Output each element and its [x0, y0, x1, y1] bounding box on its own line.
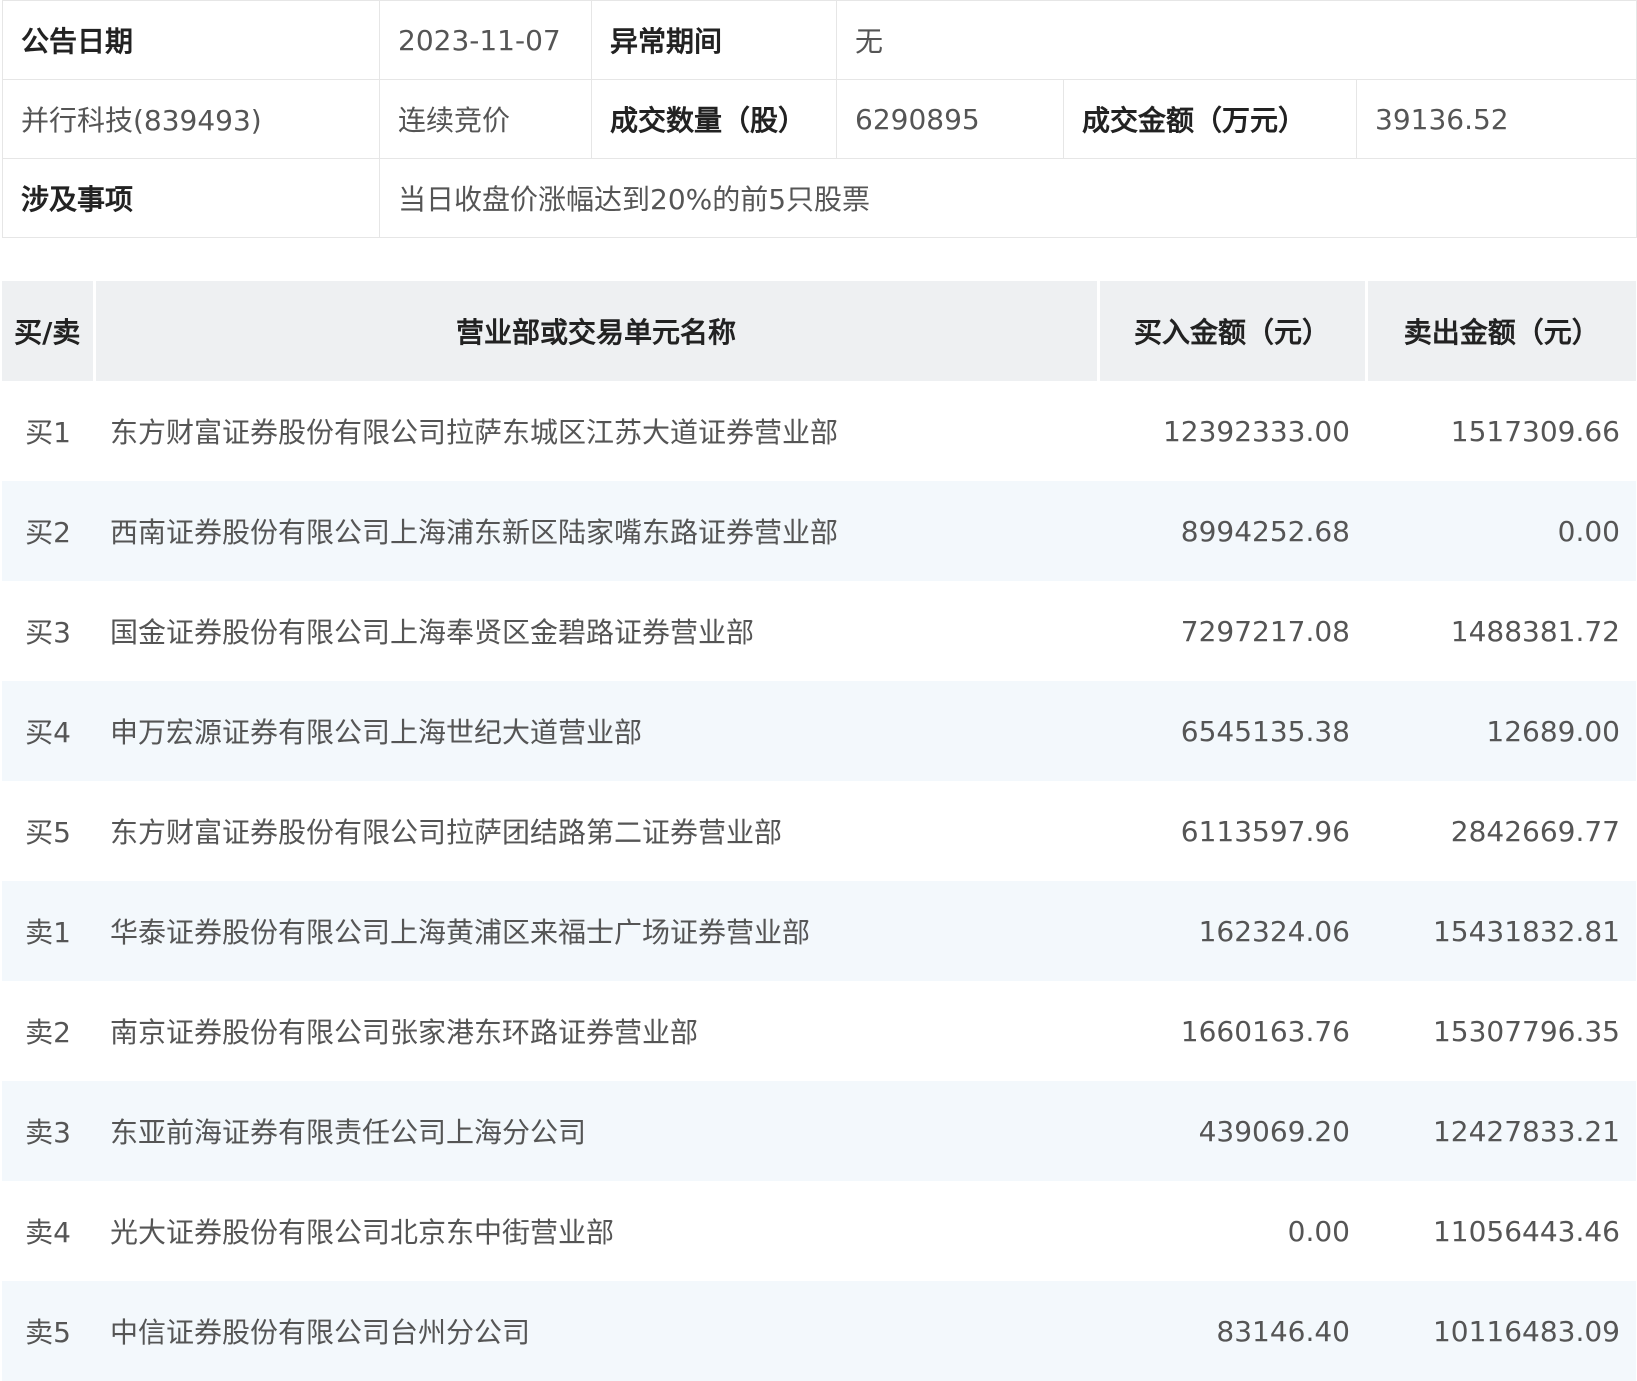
trade-type: 连续竞价 — [379, 79, 592, 159]
table-header-row: 买/卖 营业部或交易单元名称 买入金额（元） 卖出金额（元） — [2, 281, 1636, 381]
seat-name-cell: 华泰证券股份有限公司上海黄浦区来福士广场证券营业部 — [94, 881, 1098, 981]
table-row: 买5 东方财富证券股份有限公司拉萨团结路第二证券营业部 6113597.96 2… — [2, 781, 1636, 881]
seat-name-cell: 西南证券股份有限公司上海浦东新区陆家嘴东路证券营业部 — [94, 481, 1098, 581]
buy-amount-cell: 1660163.76 — [1180, 1014, 1350, 1048]
side-cell: 卖4 — [25, 1216, 71, 1249]
sell-amount-cell: 15431832.81 — [1366, 881, 1636, 981]
table-row: 卖4 光大证券股份有限公司北京东中街营业部 0.00 11056443.46 — [2, 1181, 1636, 1281]
info-row-date: 公告日期 2023-11-07 异常期间 无 — [2, 0, 1637, 80]
matter-label: 涉及事项 — [2, 158, 380, 238]
sell-amount-cell: 1488381.72 — [1450, 614, 1620, 648]
amount-label: 成交金额（万元） — [1063, 79, 1357, 159]
table-row: 买3 国金证券股份有限公司上海奉贤区金碧路证券营业部 7297217.08 14… — [2, 581, 1636, 681]
seat-name-cell: 东方财富证券股份有限公司拉萨东城区江苏大道证券营业部 — [110, 416, 839, 449]
buy-amount-cell: 8994252.68 — [1098, 481, 1366, 581]
seat-name-cell: 南京证券股份有限公司张家港东环路证券营业部 — [110, 1016, 699, 1049]
column-header-side: 买/卖 — [2, 281, 96, 381]
sell-amount-cell: 10116483.09 — [1366, 1281, 1636, 1381]
trading-seats-table: 买/卖 营业部或交易单元名称 买入金额（元） 卖出金额（元） 买1 东方财富证券… — [2, 281, 1636, 1381]
side-cell: 买1 — [25, 416, 71, 449]
side-cell: 买4 — [2, 681, 94, 781]
side-cell: 卖3 — [2, 1081, 94, 1181]
sell-amount-cell: 11056443.46 — [1432, 1214, 1620, 1248]
sell-amount-cell: 0.00 — [1366, 481, 1636, 581]
side-cell: 卖5 — [2, 1281, 94, 1381]
table-row: 买2 西南证券股份有限公司上海浦东新区陆家嘴东路证券营业部 8994252.68… — [2, 481, 1636, 581]
buy-amount-cell: 439069.20 — [1098, 1081, 1366, 1181]
buy-amount-cell: 83146.40 — [1098, 1281, 1366, 1381]
sell-amount-cell: 1517309.66 — [1450, 414, 1620, 448]
matter-value: 当日收盘价涨幅达到20%的前5只股票 — [379, 158, 1637, 238]
buy-amount-cell: 12392333.00 — [1162, 414, 1350, 448]
buy-amount-cell: 0.00 — [1287, 1214, 1350, 1248]
buy-amount-cell: 6113597.96 — [1180, 814, 1350, 848]
sell-amount-cell: 12427833.21 — [1366, 1081, 1636, 1181]
side-cell: 买3 — [25, 616, 71, 649]
sell-amount-cell: 12689.00 — [1366, 681, 1636, 781]
table-row: 卖3 东亚前海证券有限责任公司上海分公司 439069.20 12427833.… — [2, 1081, 1636, 1181]
table-row: 买4 申万宏源证券有限公司上海世纪大道营业部 6545135.38 12689.… — [2, 681, 1636, 781]
announce-date-value: 2023-11-07 — [379, 0, 592, 80]
abnormal-period-value: 无 — [836, 0, 1637, 80]
side-cell: 卖1 — [2, 881, 94, 981]
buy-amount-cell: 162324.06 — [1098, 881, 1366, 981]
volume-value: 6290895 — [836, 79, 1064, 159]
side-cell: 买2 — [2, 481, 94, 581]
table-row: 卖5 中信证券股份有限公司台州分公司 83146.40 10116483.09 — [2, 1281, 1636, 1381]
seat-name-cell: 中信证券股份有限公司台州分公司 — [94, 1281, 1098, 1381]
announcement-info-table: 公告日期 2023-11-07 异常期间 无 并行科技(839493) 连续竞价… — [2, 0, 1637, 238]
info-row-matter: 涉及事项 当日收盘价涨幅达到20%的前5只股票 — [2, 158, 1637, 238]
buy-amount-cell: 7297217.08 — [1180, 614, 1350, 648]
info-row-trade: 并行科技(839493) 连续竞价 成交数量（股） 6290895 成交金额（万… — [2, 79, 1637, 159]
abnormal-period-label: 异常期间 — [591, 0, 837, 80]
column-header-buy: 买入金额（元） — [1098, 281, 1368, 381]
stock-name: 并行科技(839493) — [2, 79, 380, 159]
sell-amount-cell: 15307796.35 — [1432, 1014, 1620, 1048]
amount-value: 39136.52 — [1356, 79, 1637, 159]
sell-amount-cell: 2842669.77 — [1450, 814, 1620, 848]
column-header-sell: 卖出金额（元） — [1366, 281, 1636, 381]
seat-name-cell: 申万宏源证券有限公司上海世纪大道营业部 — [94, 681, 1098, 781]
buy-amount-cell: 6545135.38 — [1098, 681, 1366, 781]
seat-name-cell: 东方财富证券股份有限公司拉萨团结路第二证券营业部 — [110, 816, 783, 849]
column-header-name: 营业部或交易单元名称 — [94, 281, 1100, 381]
table-row: 卖2 南京证券股份有限公司张家港东环路证券营业部 1660163.76 1530… — [2, 981, 1636, 1081]
announce-date-label: 公告日期 — [2, 0, 380, 80]
volume-label: 成交数量（股） — [591, 79, 837, 159]
table-row: 买1 东方财富证券股份有限公司拉萨东城区江苏大道证券营业部 12392333.0… — [2, 381, 1636, 481]
seat-name-cell: 国金证券股份有限公司上海奉贤区金碧路证券营业部 — [110, 616, 755, 649]
table-row: 卖1 华泰证券股份有限公司上海黄浦区来福士广场证券营业部 162324.06 1… — [2, 881, 1636, 981]
side-cell: 买5 — [25, 816, 71, 849]
seat-name-cell: 东亚前海证券有限责任公司上海分公司 — [94, 1081, 1098, 1181]
side-cell: 卖2 — [25, 1016, 71, 1049]
seat-name-cell: 光大证券股份有限公司北京东中街营业部 — [110, 1216, 615, 1249]
